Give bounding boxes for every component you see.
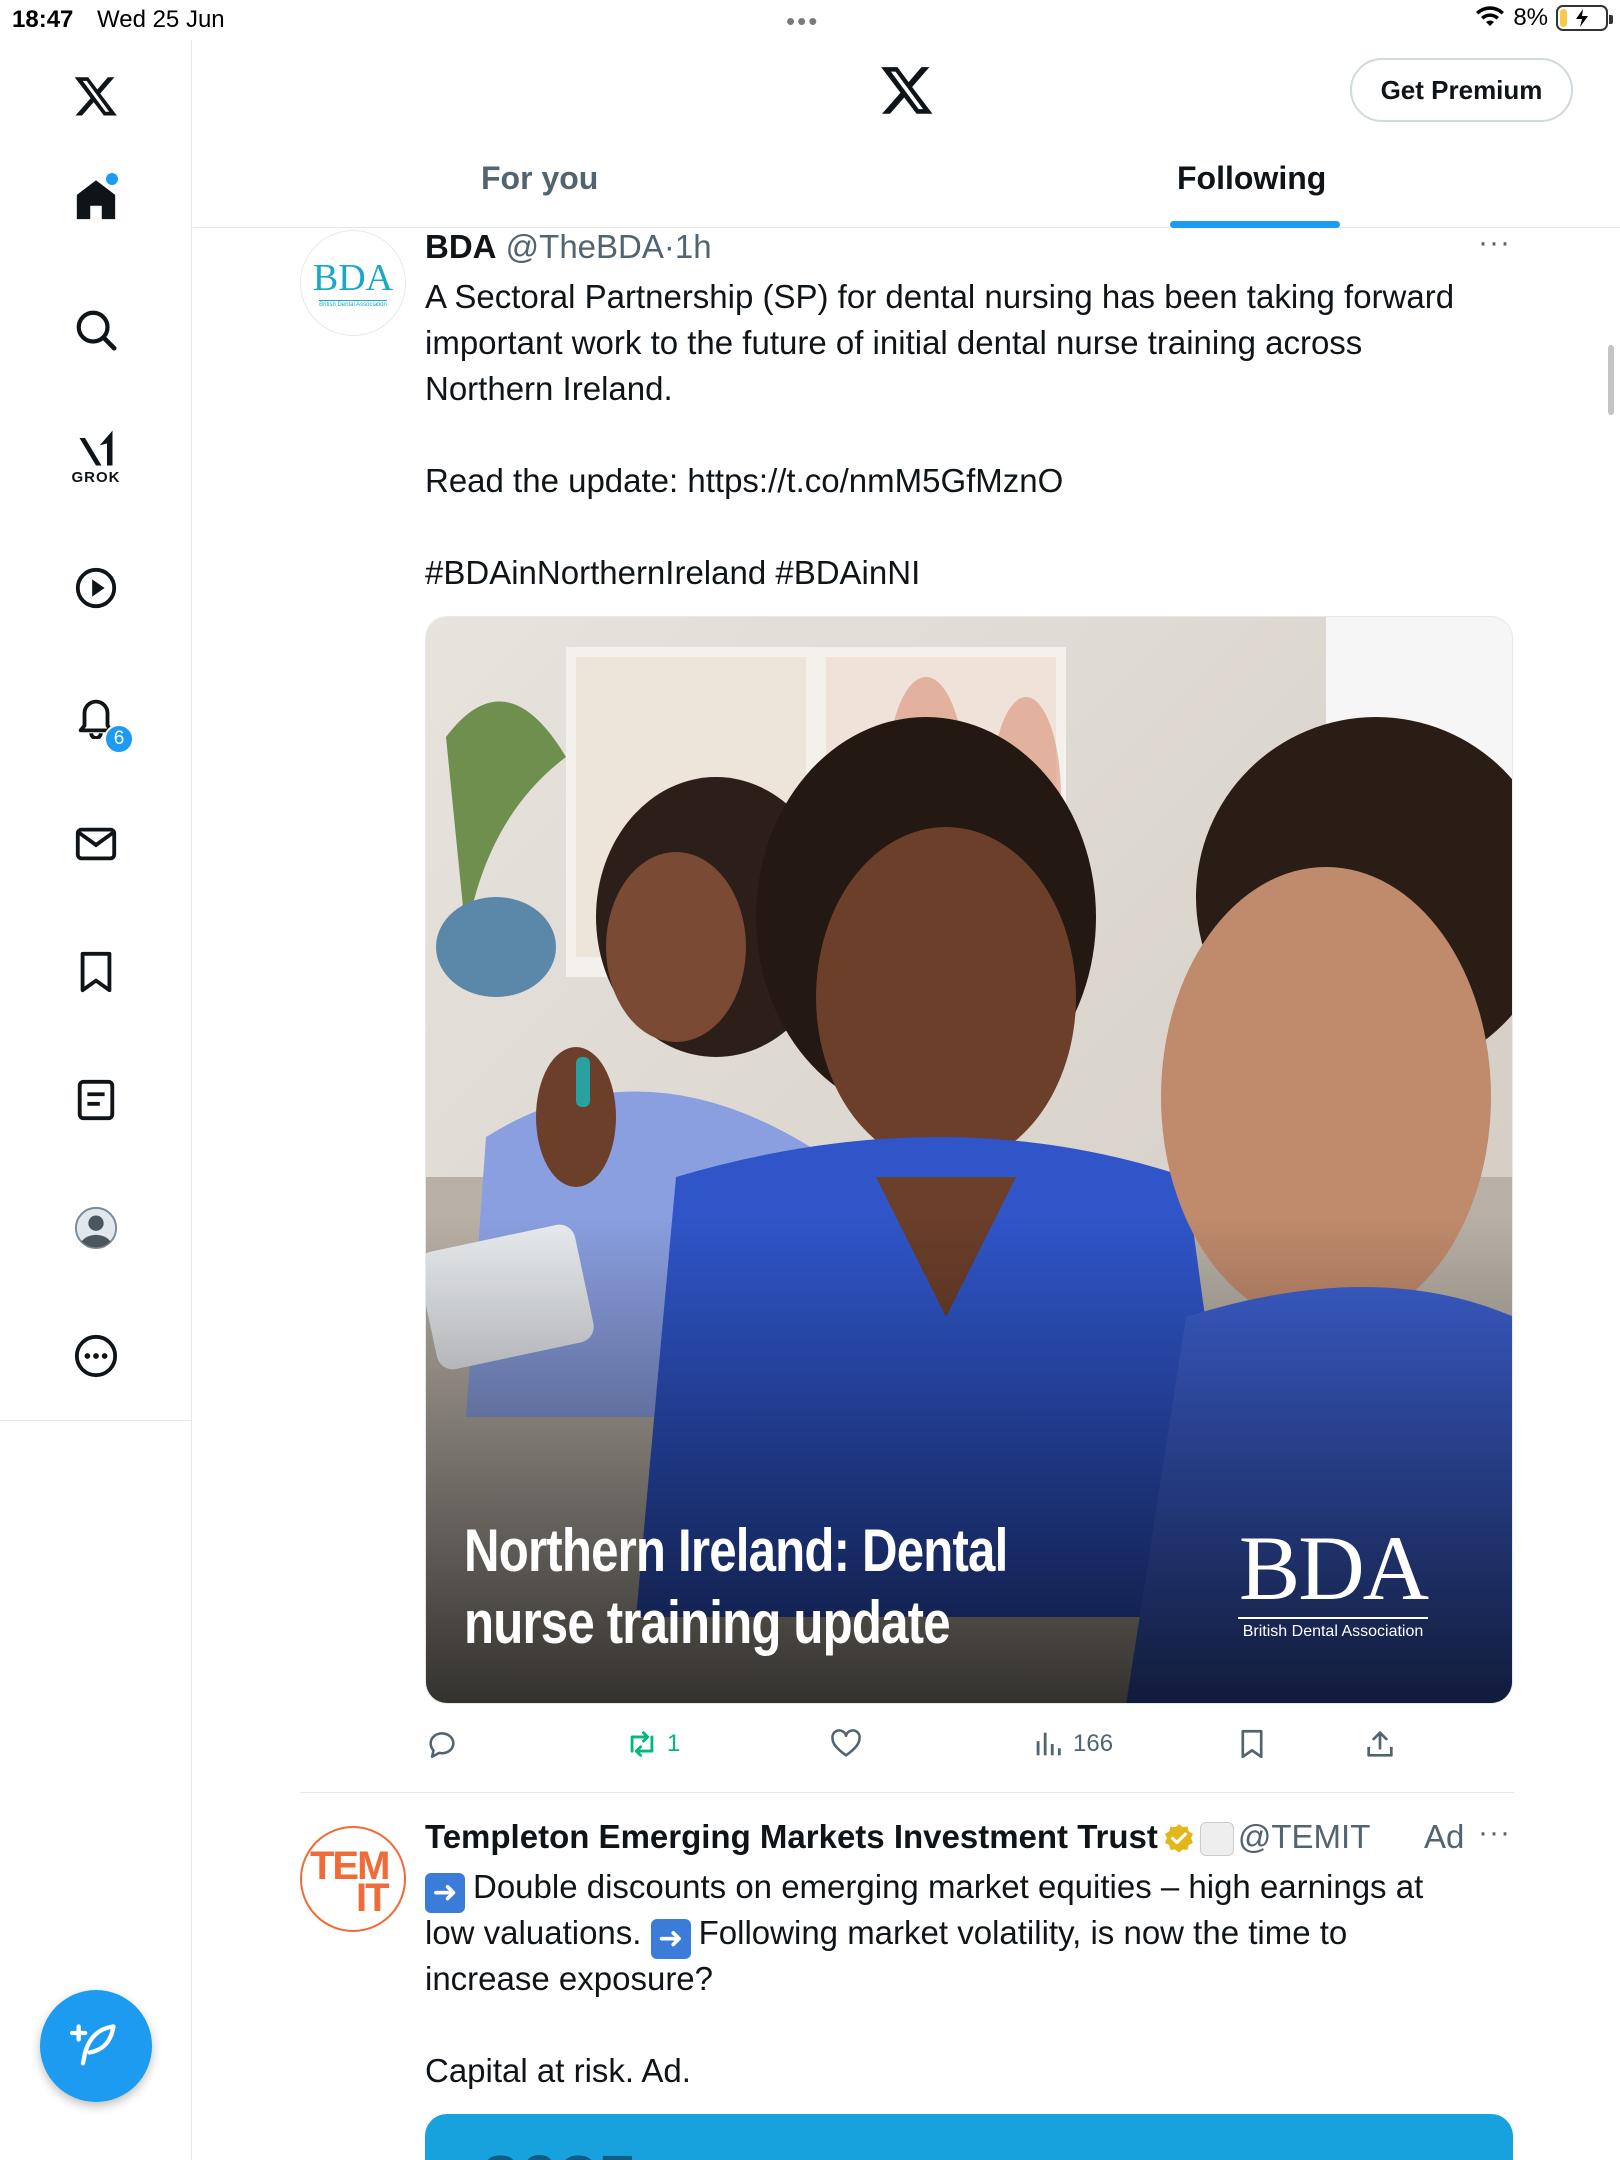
views-button[interactable]: 166 (1031, 1718, 1113, 1770)
more-icon[interactable] (66, 1326, 126, 1386)
reply-icon (429, 1732, 455, 1759)
search-icon[interactable] (66, 300, 126, 360)
tweet-text: Double discounts on emerging market equi… (473, 1868, 1424, 1905)
verified-gold-icon (1165, 1824, 1193, 1853)
share-icon (1367, 1731, 1393, 1757)
tweet-link-line[interactable]: Read the update: https://t.co/nmM5GfMznO (425, 458, 1063, 504)
ad-card-headline: 2025 ... ... ... ... (481, 2140, 948, 2160)
notification-badge: 6 (104, 724, 134, 754)
tweet-text-line: low valuations. ➜ Following market volati… (425, 1910, 1347, 1959)
like-button[interactable] (829, 1718, 863, 1770)
image-caption-line: Northern Ireland: Dental (464, 1517, 1008, 1584)
get-premium-button[interactable]: Get Premium (1350, 58, 1573, 122)
ad-card[interactable]: 2025 ... ... ... ... (425, 2114, 1513, 2160)
wifi-icon (1476, 6, 1505, 26)
templeton-avatar-text: IT (356, 1876, 390, 1920)
play-icon[interactable] (66, 558, 126, 618)
tab-following[interactable]: Following (1177, 160, 1326, 197)
bda-logo-subtext: British Dental Association (1238, 1617, 1428, 1641)
views-icon (1036, 1732, 1061, 1756)
templeton-avatar[interactable]: TEM IT (300, 1826, 406, 1932)
multitasking-dots-icon[interactable]: ••• (786, 6, 819, 37)
bookmark-button[interactable] (1235, 1718, 1269, 1770)
bda-logo: BDA British Dental Association (1238, 1517, 1429, 1641)
bda-avatar-text: BDA (312, 256, 394, 299)
image-caption: Northern Ireland: Dental nurse training … (464, 1515, 1008, 1659)
repost-button[interactable]: 1 (625, 1718, 680, 1770)
more-options-icon[interactable]: ··· (1478, 1816, 1511, 1850)
status-time: 18:47 (12, 6, 74, 33)
handle[interactable]: @TheBDA (506, 228, 664, 265)
tweet-header: BDA @TheBDA·1h (425, 224, 712, 270)
ad-label: Ad (1424, 1818, 1465, 1855)
tweet-text-line: Northern Ireland. (425, 370, 673, 407)
tweet-text-line: Capital at risk. Ad. (425, 2052, 691, 2089)
compose-button[interactable] (40, 1990, 152, 2102)
grok-label: GROK (71, 468, 121, 486)
arrow-right-icon: ➜ (425, 1873, 465, 1913)
x-logo-icon[interactable] (66, 66, 126, 126)
bookmark-icon[interactable] (66, 942, 126, 1002)
reply-button[interactable] (425, 1718, 459, 1770)
bda-logo-text: BDA (1238, 1517, 1429, 1619)
bda-avatar-subtext: British Dental Association (319, 299, 387, 308)
tweet-hashtags[interactable]: #BDAinNorthernIreland #BDAinNI (425, 550, 920, 596)
list-icon[interactable] (66, 1070, 126, 1130)
battery-percent: 8% (1513, 4, 1548, 31)
timestamp[interactable]: 1h (675, 228, 712, 265)
tweet-text: Following market volatility, is now the … (698, 1914, 1348, 1951)
display-name[interactable]: BDA (425, 228, 497, 265)
compose-icon (70, 2024, 116, 2066)
more-options-icon[interactable]: ··· (1478, 226, 1511, 260)
battery-icon (1556, 5, 1613, 31)
tweet-image[interactable]: Northern Ireland: Dental nurse training … (425, 616, 1513, 1704)
tweet-text-line: increase exposure? (425, 1960, 714, 1997)
tweet-actions: 1 166 (425, 1718, 1515, 1770)
tweet-text: low valuations. (425, 1914, 642, 1951)
active-tab-indicator (1170, 221, 1340, 228)
x-logo-icon[interactable] (879, 62, 935, 118)
sidebar: GROK 6 (0, 40, 192, 2160)
timeline-header: Get Premium For you Following (193, 40, 1620, 228)
views-count: 166 (1073, 1730, 1114, 1757)
tweet-text-line: A Sectoral Partnership (SP) for dental n… (425, 278, 1455, 315)
share-button[interactable] (1363, 1718, 1397, 1770)
tweet-text-line: ➜ Double discounts on emerging market equ… (425, 1864, 1423, 1913)
tab-for-you[interactable]: For you (481, 160, 598, 197)
repost-count: 1 (667, 1730, 681, 1757)
handle[interactable]: @TEMIT (1238, 1818, 1370, 1855)
separator: · (663, 228, 675, 265)
heart-icon (831, 1729, 861, 1757)
bda-avatar[interactable]: BDA British Dental Association (300, 230, 406, 336)
arrow-right-icon: ➜ (650, 1919, 691, 1959)
mail-icon[interactable] (66, 814, 126, 874)
scrollbar[interactable] (1608, 345, 1614, 415)
display-name[interactable]: Templeton Emerging Markets Investment Tr… (425, 1818, 1158, 1855)
status-right: 8% (1475, 4, 1613, 32)
home-unread-dot (106, 173, 118, 185)
tweet-text-line: important work to the future of initial … (425, 324, 1363, 361)
status-date: Wed 25 Jun (97, 6, 225, 33)
affiliate-badge-icon (1199, 1822, 1234, 1857)
tweet-header: Templeton Emerging Markets Investment Tr… (425, 1814, 1370, 1860)
sidebar-divider (0, 1420, 192, 1421)
grok-icon[interactable]: GROK (66, 426, 126, 486)
image-caption-line: nurse training update (464, 1589, 951, 1656)
tweet-divider (300, 1792, 1514, 1793)
avatar-icon[interactable] (66, 1198, 126, 1258)
status-bar: 18:47 Wed 25 Jun ••• 8% (0, 0, 1620, 40)
bookmark-icon (1241, 1729, 1263, 1759)
repost-icon (630, 1731, 654, 1757)
